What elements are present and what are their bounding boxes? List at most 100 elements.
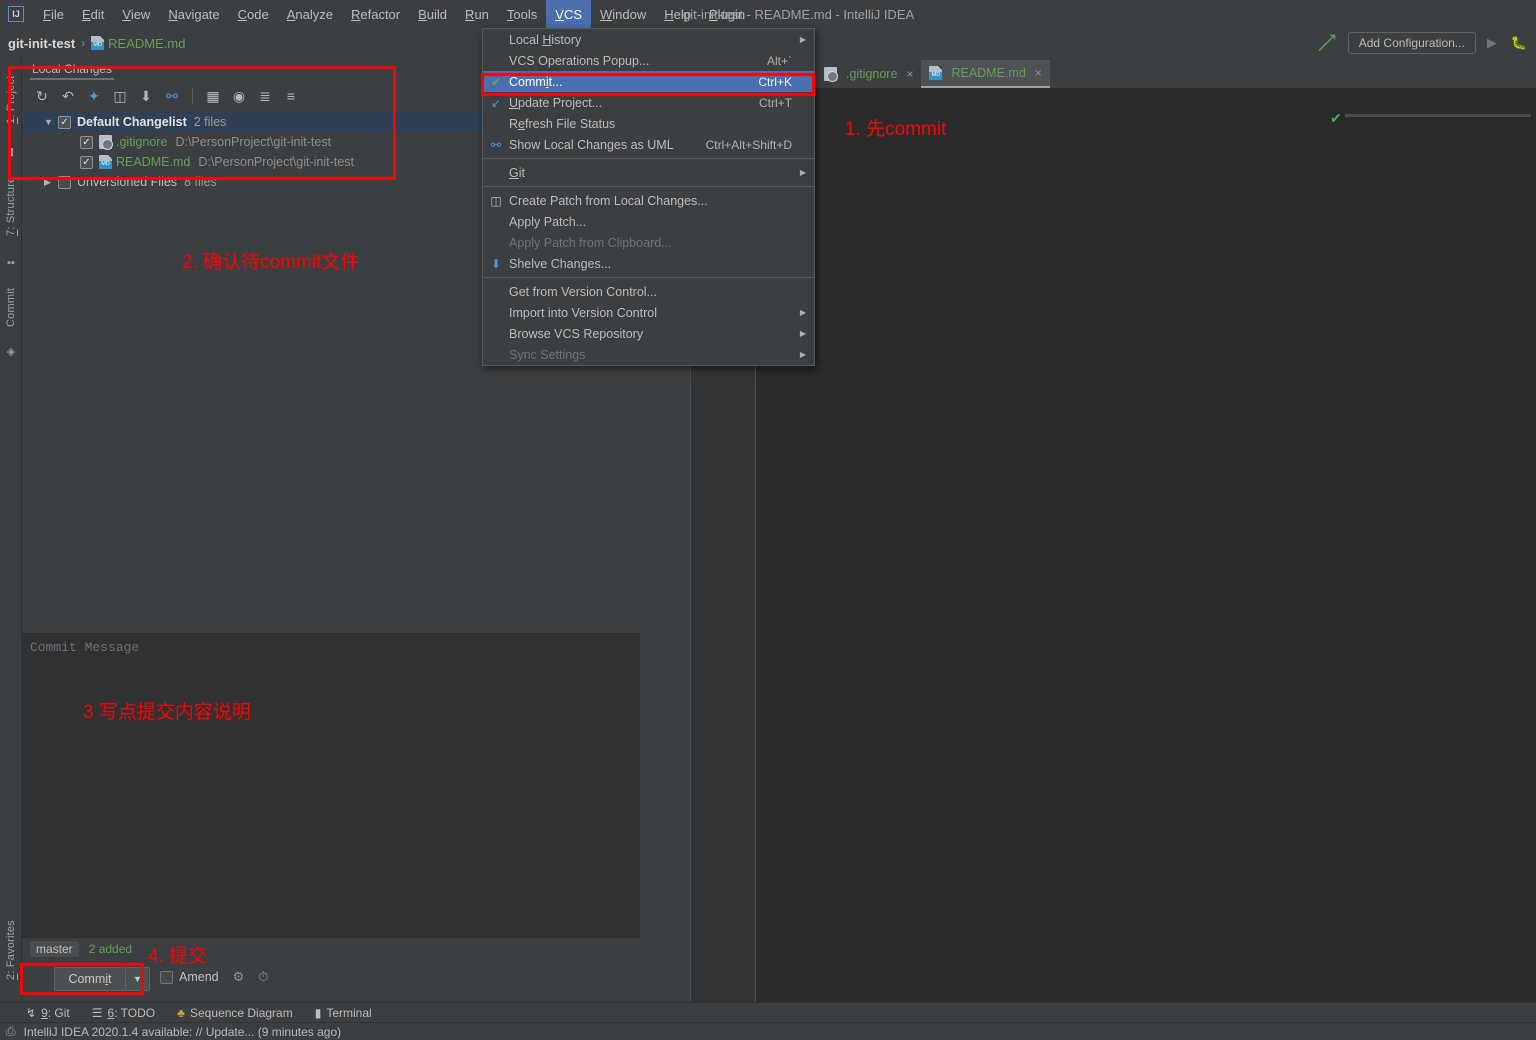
menu-file[interactable]: File [34, 0, 73, 28]
menu-navigate[interactable]: Navigate [159, 0, 228, 28]
menu-analyze[interactable]: Analyze [278, 0, 342, 28]
commit-dropdown-button[interactable]: ▼ [126, 967, 150, 991]
ide-notification-icon: ⎙ [6, 1024, 16, 1038]
rollback-icon[interactable]: ↶ [56, 84, 80, 108]
tab-sequence-diagram[interactable]: ♣ Sequence Diagram [177, 1006, 293, 1020]
menu-view[interactable]: View [113, 0, 159, 28]
clock-icon[interactable]: ⏱ [258, 969, 268, 985]
tab-readme[interactable]: README.md × [921, 60, 1050, 88]
sidebar-item-favorites[interactable]: 2: Favorites [0, 904, 22, 996]
markdown-file-icon [91, 36, 105, 50]
bottom-tool-tabs: ↯ 9: Git ☰ 6: TODO ♣ Sequence Diagram ▮ Te… [0, 1002, 1536, 1022]
show-as-uml-icon[interactable]: ⚯ [160, 84, 184, 108]
menu-item-vcs-operations-popup[interactable]: VCS Operations Popup... Alt+` [483, 50, 814, 71]
file-checkbox[interactable]: ✓ [80, 135, 93, 149]
tab-gitignore[interactable]: .gitignore × [816, 60, 921, 88]
tab-git[interactable]: ↯ 9: Git [26, 1006, 70, 1020]
sidebar-item-project[interactable]: 1: Project [0, 62, 22, 138]
menu-tools[interactable]: Tools [498, 0, 546, 28]
sidebar-item-structure[interactable]: 7: Structure [0, 162, 22, 250]
menu-item-label: Apply Patch from Clipboard... [509, 235, 672, 250]
menu-item-get-from-version-control[interactable]: Get from Version Control... [483, 281, 814, 302]
gitignore-file-icon [99, 135, 113, 150]
breadcrumb-root[interactable]: git-init-test [8, 36, 75, 51]
amend-checkbox-group[interactable]: Amend ⚙ ⏱ [160, 969, 268, 985]
add-configuration-button[interactable]: Add Configuration... [1347, 32, 1476, 54]
changelist-name: Default Changelist [77, 115, 187, 129]
create-patch-icon[interactable]: ◫ [108, 84, 132, 108]
menu-item-refresh-file-status[interactable]: Refresh File Status [483, 113, 814, 134]
preview-icon[interactable]: ◉ [227, 84, 251, 108]
refresh-icon[interactable]: ↻ [30, 84, 54, 108]
structure-icon: ▪▪ [7, 257, 15, 269]
vcs-dropdown-menu: Local History ▶ VCS Operations Popup... … [482, 28, 815, 366]
group-by-icon[interactable]: ▦ [201, 84, 225, 108]
menu-item-browse-vcs-repository[interactable]: Browse VCS Repository ▶ [483, 323, 814, 344]
changelist-checkbox[interactable]: ✓ [58, 115, 71, 129]
commit-controls: master 2 added Comm i t ▼ Amend ⚙ ⏱ [22, 938, 640, 1000]
shelve-icon[interactable]: ⬇ [134, 84, 158, 108]
chevron-right-icon[interactable]: ▶ [44, 177, 58, 188]
tab-label: Sequence Diagram [190, 1005, 293, 1020]
menu-item-import-into-version-control[interactable]: Import into Version Control ▶ [483, 302, 814, 323]
amend-checkbox[interactable] [160, 970, 173, 984]
menu-item-apply-patch[interactable]: Apply Patch... [483, 211, 814, 232]
close-icon[interactable]: × [906, 67, 913, 81]
tab-label: README.md [951, 66, 1026, 80]
commit-message-area[interactable]: Commit Message [22, 633, 640, 938]
breadcrumb-file[interactable]: README.md [108, 36, 185, 51]
menu-vcs[interactable]: VCS [546, 0, 591, 28]
commit-message-input[interactable]: Commit Message [30, 640, 139, 655]
menu-separator [483, 158, 814, 159]
menu-item-update-project[interactable]: ↙ Update Project... Ctrl+T [483, 92, 814, 113]
commit-icon: ◈ [6, 345, 16, 358]
chevron-right-icon: ▶ [799, 308, 806, 317]
intellij-idea-window: IJ File Edit View Navigate Code Analyze … [0, 0, 1536, 1040]
tab-local-changes[interactable]: Local Changes [22, 58, 122, 80]
menu-item-commit[interactable]: ✔ Commit... Ctrl+K [483, 71, 814, 92]
close-icon[interactable]: × [1035, 66, 1042, 80]
menu-item-label: Shelve Changes... [509, 256, 612, 271]
tab-label: .gitignore [846, 67, 898, 81]
file-name: .gitignore [116, 135, 168, 149]
commit-button[interactable]: Comm i t [54, 967, 126, 991]
menu-run[interactable]: Run [456, 0, 498, 28]
menu-window[interactable]: Window [591, 0, 655, 28]
collapse-all-icon[interactable]: ≡ [279, 84, 303, 108]
chevron-right-icon: ▶ [799, 329, 806, 338]
status-bar-text[interactable]: IntelliJ IDEA 2020.1.4 available: // Upd… [24, 1025, 342, 1039]
ij-logo-icon: IJ [8, 6, 24, 22]
sidebar-item-commit[interactable]: Commit [0, 276, 22, 338]
menu-build[interactable]: Build [409, 0, 456, 28]
menu-item-show-local-changes-as-uml[interactable]: ⚯ Show Local Changes as UML Ctrl+Alt+Shi… [483, 134, 814, 155]
menu-item-git[interactable]: Git ▶ [483, 162, 814, 183]
branch-name[interactable]: master [30, 941, 79, 957]
chevron-down-icon[interactable]: ▼ [44, 117, 58, 127]
menu-item-create-patch[interactable]: ◫ Create Patch from Local Changes... [483, 190, 814, 211]
status-bar: ⎙ IntelliJ IDEA 2020.1.4 available: // U… [0, 1022, 1536, 1040]
tab-todo[interactable]: ☰ 6: TODO [92, 1006, 155, 1020]
unversioned-checkbox[interactable] [58, 175, 71, 189]
expand-all-icon[interactable]: ≣ [253, 84, 277, 108]
menu-edit[interactable]: Edit [73, 0, 113, 28]
menu-refactor[interactable]: Refactor [342, 0, 409, 28]
debug-icon[interactable]: 🐛 [1508, 35, 1530, 51]
run-icon[interactable]: ▶ [1484, 35, 1500, 51]
menu-separator [483, 186, 814, 187]
green-arrow-icon: ⟶ [1311, 27, 1343, 58]
file-checkbox[interactable]: ✓ [80, 155, 93, 169]
menu-item-local-history[interactable]: Local History ▶ [483, 29, 814, 50]
menu-code[interactable]: Code [229, 0, 278, 28]
menu-item-label: Create Patch from Local Changes... [509, 193, 708, 208]
file-path: D:\PersonProject\git-init-test [175, 135, 332, 149]
gear-icon[interactable]: ⚙ [233, 969, 245, 985]
amend-label: Amend [179, 970, 219, 984]
menu-item-shelve-changes[interactable]: ⬇ Shelve Changes... [483, 253, 814, 274]
menu-item-label: Apply Patch... [509, 214, 587, 229]
tab-terminal[interactable]: ▮ Terminal [315, 1006, 372, 1020]
diff-icon[interactable]: ✦ [82, 84, 106, 108]
editor-area[interactable] [690, 88, 1536, 1002]
file-name: README.md [116, 155, 191, 169]
breadcrumb[interactable]: git-init-test › README.md [0, 36, 185, 51]
marker-strip[interactable] [1345, 114, 1531, 117]
